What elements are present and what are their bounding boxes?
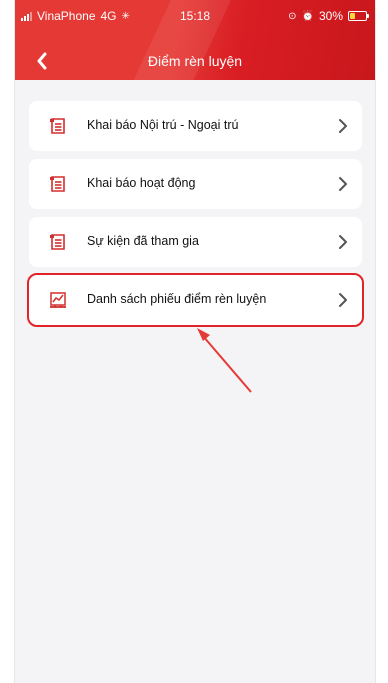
chevron-right-icon — [339, 235, 347, 249]
location-icon: ⊙ — [288, 10, 297, 22]
phone-screen: VinaPhone 4G ✳ 15:18 ⊙ ⏰ 30% Điểm rèn lu… — [14, 0, 376, 683]
nav-bar: Điểm rèn luyện — [15, 46, 375, 76]
menu-list: Khai báo Nội trú - Ngoại trú Khai báo ho… — [27, 101, 364, 333]
app-header: VinaPhone 4G ✳ 15:18 ⊙ ⏰ 30% Điểm rèn lu… — [15, 0, 375, 80]
document-list-icon — [50, 234, 65, 250]
chevron-right-icon — [339, 293, 347, 307]
document-list-icon — [50, 118, 65, 134]
menu-item-khai-bao-noi-tru[interactable]: Khai báo Nội trú - Ngoại trú — [29, 101, 362, 151]
report-chart-icon — [50, 292, 66, 308]
menu-item-label: Danh sách phiếu điểm rèn luyện — [87, 292, 267, 306]
chevron-right-icon — [339, 119, 347, 133]
battery-percent: 30% — [318, 9, 343, 23]
menu-item-label: Khai báo hoạt động — [87, 176, 196, 190]
battery-level — [350, 13, 356, 19]
menu-item-label: Khai báo Nội trú - Ngoại trú — [87, 118, 239, 132]
status-bar: VinaPhone 4G ✳ 15:18 ⊙ ⏰ 30% — [15, 0, 375, 30]
battery-icon — [348, 11, 369, 21]
page-title: Điểm rèn luyện — [147, 53, 243, 69]
menu-item-su-kien-da-tham-gia[interactable]: Sự kiện đã tham gia — [29, 217, 362, 267]
alarm-icon: ⏰ — [301, 10, 314, 22]
document-list-icon — [50, 176, 65, 192]
chevron-right-icon — [339, 177, 347, 191]
menu-item-danh-sach-phieu-diem[interactable]: Danh sách phiếu điểm rèn luyện — [27, 273, 364, 327]
status-right: ⊙ ⏰ 30% — [288, 9, 369, 23]
menu-item-label: Sự kiện đã tham gia — [87, 234, 199, 248]
menu-item-khai-bao-hoat-dong[interactable]: Khai báo hoạt động — [29, 159, 362, 209]
